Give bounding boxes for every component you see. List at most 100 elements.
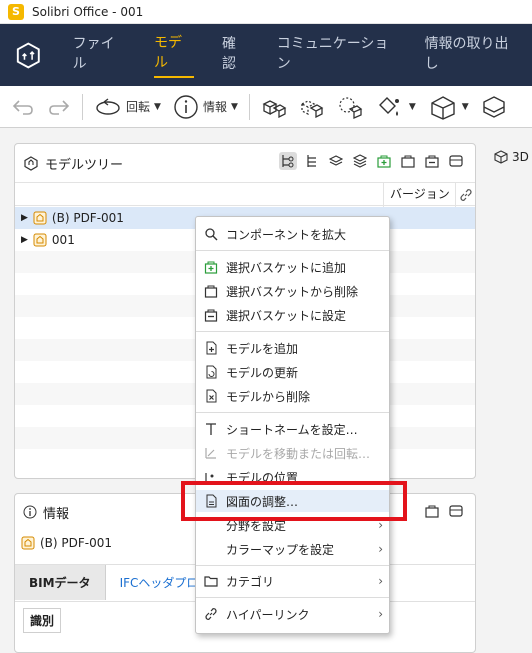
tree-view-components-button[interactable]	[351, 152, 369, 170]
menu-item-label: モデルから削除	[226, 389, 311, 404]
model-icon	[33, 233, 47, 247]
tree-view-spatial-button[interactable]	[303, 152, 321, 170]
menu-item-label: 選択バスケットに追加	[226, 260, 347, 275]
main-menu-bar: ファイル モデル 確認 コミュニケーション 情報の取り出し	[0, 24, 532, 86]
menu-item-move-rotate-model: モデルを移動または回転…	[196, 442, 389, 464]
basket-add-button[interactable]	[375, 152, 393, 170]
info-button[interactable]: 情報 ▼	[170, 93, 241, 121]
expand-arrow-icon[interactable]: ▶	[21, 213, 28, 223]
tree-view-hierarchy-button[interactable]	[279, 152, 297, 170]
toolbar-separator	[248, 93, 250, 120]
isolate-icon	[339, 96, 363, 119]
tab-bim-data[interactable]: BIMデータ	[15, 565, 106, 600]
basket-remove-icon	[401, 155, 415, 168]
info-panel-title: 情報	[43, 506, 70, 522]
model-tree-tools	[279, 152, 465, 170]
menu-communication[interactable]: コミュニケーション	[277, 33, 397, 77]
menu-separator	[196, 565, 389, 566]
basket-add-icon	[377, 155, 391, 168]
basket-remove-button[interactable]	[399, 152, 417, 170]
basket-set-icon	[425, 155, 439, 168]
basket-set-button[interactable]	[423, 152, 441, 170]
rotate-button[interactable]: 回転 ▼	[91, 93, 164, 121]
spatial-tree-icon	[307, 155, 316, 167]
panel-window-icon	[449, 505, 463, 517]
submenu-arrow-icon: ›	[378, 607, 383, 621]
layers-icon	[329, 155, 343, 166]
view-3d-label: 3D	[512, 150, 529, 164]
tree-view-layers-button[interactable]	[327, 152, 345, 170]
info-label: 情報	[202, 100, 227, 114]
transparency-dropdown-icon: ▼	[408, 101, 416, 112]
menu-model[interactable]: モデル	[153, 32, 195, 78]
menu-item-zoom-component[interactable]: コンポーネントを拡大	[196, 223, 389, 245]
menu-separator	[196, 412, 389, 413]
tree-row-label: 001	[51, 233, 75, 247]
link-column-header[interactable]	[455, 183, 475, 207]
menu-item-basket-add[interactable]: 選択バスケットに追加	[196, 256, 389, 278]
rotate-icon	[96, 97, 120, 115]
context-menu: コンポーネントを拡大 選択バスケットに追加 選択バスケットから削除 選択バスケッ…	[195, 216, 390, 634]
menu-separator	[196, 331, 389, 332]
submenu-arrow-icon: ›	[378, 574, 383, 588]
info-panel-tools	[423, 502, 465, 520]
basket-add-icon	[204, 260, 218, 274]
menu-item-label: コンポーネントを拡大	[226, 227, 347, 242]
menu-item-add-model[interactable]: モデルを追加	[196, 337, 389, 359]
model-icon	[33, 211, 47, 225]
folder-icon	[204, 574, 218, 588]
transparency-button[interactable]: ▼	[372, 93, 419, 121]
menu-item-set-colormap[interactable]: カラーマップを設定 ›	[196, 538, 389, 560]
basket-icon	[425, 505, 439, 518]
view-3d-tab[interactable]: 3D	[494, 150, 529, 164]
view-mode-button[interactable]: ▼	[425, 93, 472, 121]
model-tree-column-header: バージョン	[15, 182, 475, 207]
menu-file[interactable]: ファイル	[73, 33, 126, 77]
isolate-button[interactable]	[334, 93, 366, 121]
panel-window-icon	[449, 155, 463, 167]
submenu-arrow-icon: ›	[378, 542, 383, 556]
section-cube-icon	[483, 95, 505, 118]
hierarchy-icon	[282, 155, 294, 168]
add-model-icon	[204, 341, 218, 355]
search-icon	[204, 227, 218, 241]
menu-check[interactable]: 確認	[222, 33, 249, 77]
paint-bucket-icon	[378, 96, 399, 116]
cube-icon	[494, 150, 508, 164]
hide-components-button[interactable]	[296, 93, 328, 121]
menu-item-label: モデルの更新	[226, 365, 299, 380]
menu-item-hyperlink[interactable]: ハイパーリンク ›	[196, 603, 389, 625]
section-box-button[interactable]	[478, 93, 510, 121]
menu-item-basket-remove[interactable]: 選択バスケットから削除	[196, 280, 389, 302]
undo-button[interactable]	[8, 93, 38, 121]
panel-maximize-button[interactable]	[447, 152, 465, 170]
redo-icon	[49, 99, 70, 115]
menu-item-remove-model[interactable]: モデルから削除	[196, 385, 389, 407]
info-basket-button[interactable]	[423, 502, 441, 520]
cube-icon	[431, 95, 455, 120]
show-components-button[interactable]	[258, 93, 290, 121]
boxes-icon	[262, 99, 287, 118]
remove-model-icon	[204, 389, 218, 403]
menu-item-label: モデルを追加	[226, 341, 299, 356]
menu-item-basket-set[interactable]: 選択バスケットに設定	[196, 304, 389, 326]
menu-item-set-shortname[interactable]: ショートネームを設定…	[196, 418, 389, 440]
menu-item-label: カテゴリ	[226, 574, 275, 589]
app-logo-icon[interactable]	[14, 40, 43, 70]
info-panel-window-button[interactable]	[447, 502, 465, 520]
menu-item-update-model[interactable]: モデルの更新	[196, 361, 389, 383]
expand-arrow-icon[interactable]: ▶	[21, 235, 28, 245]
redo-button[interactable]	[44, 93, 74, 121]
subtab-identification[interactable]: 識別	[23, 608, 62, 633]
menu-item-label: ショートネームを設定…	[226, 422, 358, 437]
version-column-header[interactable]: バージョン	[383, 183, 455, 207]
move-icon	[204, 446, 218, 460]
highlight-annotation-box	[181, 481, 407, 521]
link-icon	[459, 189, 472, 201]
menu-information-takeoff[interactable]: 情報の取り出し	[425, 33, 518, 77]
basket-set-icon	[204, 308, 218, 322]
menu-item-category[interactable]: カテゴリ ›	[196, 570, 389, 592]
window-titlebar: S Solibri Office - 001	[0, 0, 532, 24]
menu-separator	[196, 250, 389, 251]
text-icon	[204, 422, 218, 436]
